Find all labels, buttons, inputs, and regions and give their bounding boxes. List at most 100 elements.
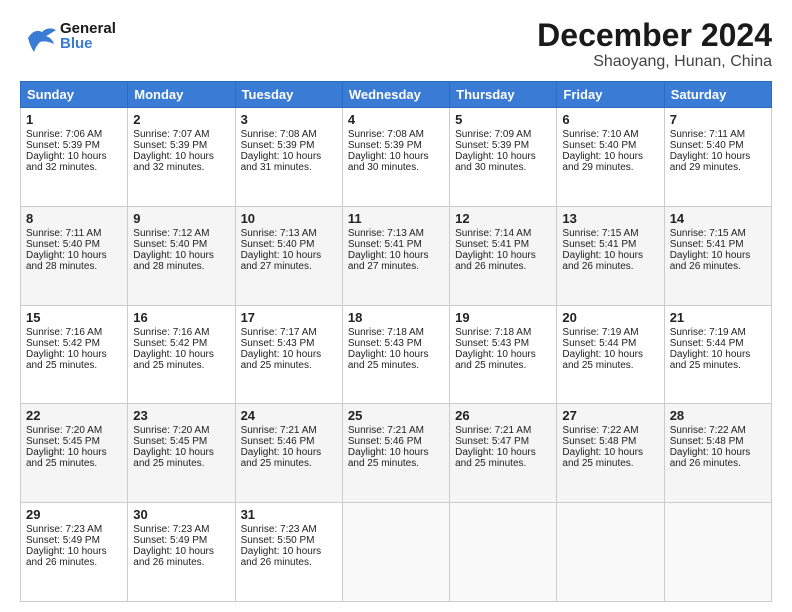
calendar-day: 19 Sunrise: 7:18 AM Sunset: 5:43 PM Dayl… [450,305,557,404]
calendar-day: 12 Sunrise: 7:14 AM Sunset: 5:41 PM Dayl… [450,206,557,305]
logo-blue-text: Blue [60,36,116,51]
calendar-header-wednesday: Wednesday [342,82,449,108]
day-number: 30 [133,507,229,522]
daylight: Daylight: 10 hours and 26 minutes. [26,546,107,568]
day-number: 3 [241,112,337,127]
calendar-day: 11 Sunrise: 7:13 AM Sunset: 5:41 PM Dayl… [342,206,449,305]
day-number: 26 [455,408,551,423]
daylight: Daylight: 10 hours and 27 minutes. [348,250,429,272]
sunset: Sunset: 5:43 PM [455,338,529,349]
calendar-day: 26 Sunrise: 7:21 AM Sunset: 5:47 PM Dayl… [450,404,557,503]
day-number: 4 [348,112,444,127]
calendar-day: 10 Sunrise: 7:13 AM Sunset: 5:40 PM Dayl… [235,206,342,305]
day-number: 24 [241,408,337,423]
day-number: 28 [670,408,766,423]
day-number: 5 [455,112,551,127]
daylight: Daylight: 10 hours and 25 minutes. [133,349,214,371]
daylight: Daylight: 10 hours and 27 minutes. [241,250,322,272]
sunset: Sunset: 5:41 PM [455,239,529,250]
calendar-day: 29 Sunrise: 7:23 AM Sunset: 5:49 PM Dayl… [21,503,128,602]
calendar-subtitle: Shaoyang, Hunan, China [537,53,772,71]
day-number: 6 [562,112,658,127]
calendar-day: 31 Sunrise: 7:23 AM Sunset: 5:50 PM Dayl… [235,503,342,602]
sunset: Sunset: 5:39 PM [348,140,422,151]
calendar-header-monday: Monday [128,82,235,108]
sunset: Sunset: 5:42 PM [26,338,100,349]
calendar-header-friday: Friday [557,82,664,108]
day-number: 2 [133,112,229,127]
sunset: Sunset: 5:44 PM [562,338,636,349]
sunset: Sunset: 5:48 PM [562,436,636,447]
day-number: 20 [562,310,658,325]
daylight: Daylight: 10 hours and 25 minutes. [26,349,107,371]
sunrise: Sunrise: 7:23 AM [26,524,102,535]
sunset: Sunset: 5:46 PM [348,436,422,447]
sunset: Sunset: 5:40 PM [241,239,315,250]
calendar-day: 18 Sunrise: 7:18 AM Sunset: 5:43 PM Dayl… [342,305,449,404]
logo-icon [20,18,56,54]
day-number: 15 [26,310,122,325]
sunrise: Sunrise: 7:23 AM [133,524,209,535]
calendar-day: 21 Sunrise: 7:19 AM Sunset: 5:44 PM Dayl… [664,305,771,404]
daylight: Daylight: 10 hours and 32 minutes. [133,151,214,173]
calendar-header-thursday: Thursday [450,82,557,108]
sunrise: Sunrise: 7:18 AM [455,327,531,338]
daylight: Daylight: 10 hours and 31 minutes. [241,151,322,173]
sunrise: Sunrise: 7:13 AM [348,228,424,239]
calendar-day [557,503,664,602]
sunset: Sunset: 5:50 PM [241,535,315,546]
sunrise: Sunrise: 7:15 AM [562,228,638,239]
daylight: Daylight: 10 hours and 25 minutes. [670,349,751,371]
sunrise: Sunrise: 7:11 AM [26,228,101,239]
sunset: Sunset: 5:40 PM [562,140,636,151]
daylight: Daylight: 10 hours and 26 minutes. [455,250,536,272]
sunrise: Sunrise: 7:11 AM [670,129,745,140]
day-number: 13 [562,211,658,226]
sunrise: Sunrise: 7:22 AM [562,425,638,436]
daylight: Daylight: 10 hours and 26 minutes. [670,250,751,272]
sunset: Sunset: 5:41 PM [670,239,744,250]
daylight: Daylight: 10 hours and 30 minutes. [455,151,536,173]
day-number: 12 [455,211,551,226]
calendar-day: 17 Sunrise: 7:17 AM Sunset: 5:43 PM Dayl… [235,305,342,404]
calendar-header-sunday: Sunday [21,82,128,108]
day-number: 10 [241,211,337,226]
sunrise: Sunrise: 7:10 AM [562,129,638,140]
sunset: Sunset: 5:49 PM [26,535,100,546]
day-number: 7 [670,112,766,127]
day-number: 1 [26,112,122,127]
sunrise: Sunrise: 7:19 AM [562,327,638,338]
sunset: Sunset: 5:40 PM [133,239,207,250]
sunrise: Sunrise: 7:20 AM [133,425,209,436]
calendar-day: 14 Sunrise: 7:15 AM Sunset: 5:41 PM Dayl… [664,206,771,305]
calendar-day: 28 Sunrise: 7:22 AM Sunset: 5:48 PM Dayl… [664,404,771,503]
sunset: Sunset: 5:48 PM [670,436,744,447]
calendar-day: 1 Sunrise: 7:06 AM Sunset: 5:39 PM Dayli… [21,108,128,207]
calendar-day: 27 Sunrise: 7:22 AM Sunset: 5:48 PM Dayl… [557,404,664,503]
sunrise: Sunrise: 7:21 AM [241,425,317,436]
sunrise: Sunrise: 7:14 AM [455,228,531,239]
calendar-header-saturday: Saturday [664,82,771,108]
calendar-day: 24 Sunrise: 7:21 AM Sunset: 5:46 PM Dayl… [235,404,342,503]
calendar-day [342,503,449,602]
daylight: Daylight: 10 hours and 26 minutes. [133,546,214,568]
calendar-week-3: 15 Sunrise: 7:16 AM Sunset: 5:42 PM Dayl… [21,305,772,404]
sunset: Sunset: 5:43 PM [348,338,422,349]
daylight: Daylight: 10 hours and 25 minutes. [348,349,429,371]
day-number: 14 [670,211,766,226]
daylight: Daylight: 10 hours and 26 minutes. [562,250,643,272]
sunset: Sunset: 5:39 PM [241,140,315,151]
daylight: Daylight: 10 hours and 26 minutes. [241,546,322,568]
sunset: Sunset: 5:42 PM [133,338,207,349]
logo-general-text: General [60,21,116,36]
daylight: Daylight: 10 hours and 25 minutes. [241,447,322,469]
sunrise: Sunrise: 7:13 AM [241,228,317,239]
sunset: Sunset: 5:41 PM [562,239,636,250]
sunrise: Sunrise: 7:12 AM [133,228,209,239]
sunrise: Sunrise: 7:08 AM [241,129,317,140]
calendar-day: 20 Sunrise: 7:19 AM Sunset: 5:44 PM Dayl… [557,305,664,404]
calendar-day: 5 Sunrise: 7:09 AM Sunset: 5:39 PM Dayli… [450,108,557,207]
calendar-day: 30 Sunrise: 7:23 AM Sunset: 5:49 PM Dayl… [128,503,235,602]
day-number: 9 [133,211,229,226]
sunset: Sunset: 5:39 PM [455,140,529,151]
